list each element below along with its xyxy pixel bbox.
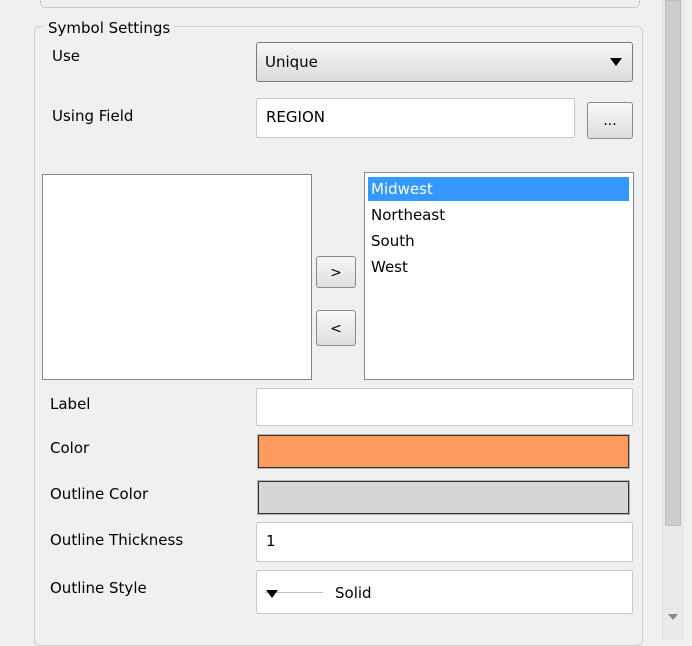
outline-style-dropdown[interactable]: Solid [256, 570, 633, 614]
list-item[interactable]: South [368, 229, 629, 253]
move-right-button[interactable]: > [316, 256, 356, 288]
selected-values-list[interactable]: Midwest Northeast South West [364, 172, 634, 380]
window-edge [684, 0, 692, 640]
using-field-label: Using Field [52, 107, 134, 125]
scrollbar-thumb[interactable] [665, 0, 681, 526]
use-dropdown[interactable]: Unique [256, 42, 633, 82]
use-label: Use [52, 47, 81, 65]
outline-thickness-value: 1 [266, 532, 276, 550]
outline-color-label: Outline Color [50, 485, 149, 503]
chevron-down-icon [266, 590, 278, 598]
list-item[interactable]: Midwest [368, 177, 629, 201]
using-field-input[interactable]: REGION [256, 98, 575, 138]
color-label: Color [50, 439, 90, 457]
previous-panel-edge [40, 0, 640, 8]
label-field-label: Label [50, 395, 91, 413]
using-field-value: REGION [266, 108, 325, 126]
available-values-list[interactable] [42, 174, 312, 380]
outline-thickness-label: Outline Thickness [50, 531, 184, 549]
use-dropdown-value: Unique [265, 53, 318, 71]
color-swatch-button[interactable] [257, 434, 630, 469]
symbol-settings-title: Symbol Settings [44, 18, 175, 38]
chevron-down-icon [610, 58, 622, 66]
browse-field-button[interactable]: ... [587, 102, 633, 139]
list-item[interactable]: West [368, 255, 629, 279]
outline-thickness-input[interactable]: 1 [256, 522, 633, 562]
outline-style-label: Outline Style [50, 579, 147, 597]
outline-style-value: Solid [335, 584, 372, 602]
scroll-down-arrow-icon[interactable] [668, 614, 678, 620]
outline-color-swatch-button[interactable] [257, 480, 630, 515]
list-item[interactable]: Northeast [368, 203, 629, 227]
label-input[interactable] [256, 388, 633, 426]
move-left-button[interactable]: < [316, 310, 356, 346]
